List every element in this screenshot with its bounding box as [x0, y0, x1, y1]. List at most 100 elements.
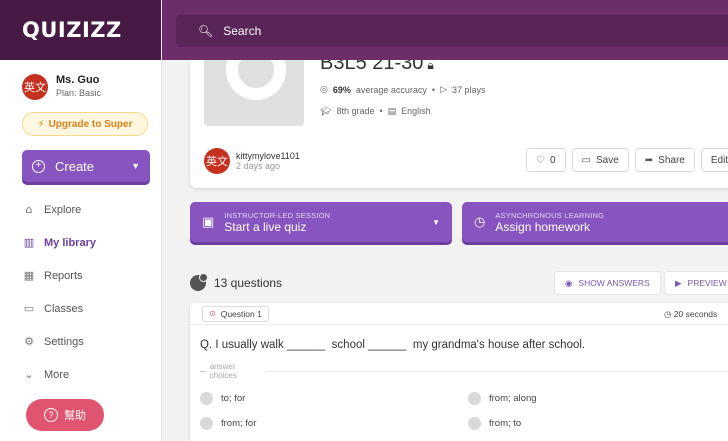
show-answers-button[interactable]: ◉ SHOW ANSWERS — [554, 271, 661, 295]
logo-bar: QUIZIZZ — [0, 0, 161, 60]
question-card: ⊙ Question 1 ◷ 20 seconds Q. I usually w… — [190, 303, 728, 441]
folder-icon: ▭ — [581, 154, 591, 166]
chevron-down-icon: ⌄ — [24, 368, 34, 381]
explore-icon: ⌂ — [25, 203, 33, 216]
quiz-card: B3L5 21-30 🔒︎ ◎ 69% average accuracy • ▷ … — [190, 60, 728, 188]
upgrade-label: Upgrade to Super — [48, 118, 133, 130]
sidebar-item-classes[interactable]: ▭ Classes — [22, 292, 96, 325]
help-button[interactable]: ? 幫助 — [26, 399, 104, 431]
accuracy-value: 69% — [332, 84, 351, 95]
author-avatar[interactable]: 英文 — [204, 148, 230, 174]
live-mode-sub: INSTRUCTOR-LED SESSION — [224, 210, 331, 220]
share-icon: ➦ — [644, 154, 654, 166]
search-placeholder: Search — [223, 24, 262, 38]
sidebar-item-reports[interactable]: ▦ Reports — [22, 259, 96, 292]
search-icon: 🔍︎ — [198, 24, 214, 38]
subject-label: English — [401, 106, 431, 116]
question-time: ◷ 20 seconds — [664, 309, 718, 319]
sidebar-item-label: Settings — [44, 335, 84, 348]
classes-icon: ▭ — [23, 302, 35, 315]
edit-button[interactable]: Edit — [700, 148, 728, 172]
user-avatar[interactable]: 英文 — [22, 74, 48, 100]
choice-dot-icon — [468, 417, 481, 430]
quizizz-logo[interactable]: QUIZIZZ — [22, 18, 122, 42]
chat-bubble-icon — [190, 273, 208, 291]
answer-choice: to; for — [200, 392, 245, 405]
play-icon: ▷ — [440, 84, 447, 94]
save-label: Save — [595, 154, 619, 166]
answer-choice: from; to — [468, 417, 521, 430]
start-live-quiz-button[interactable]: ▣ INSTRUCTOR-LED SESSION Start a live qu… — [190, 202, 452, 242]
reports-icon: ▦ — [23, 269, 35, 282]
top-bar: 🔍︎ Search — [162, 0, 728, 60]
choice-dot-icon — [200, 392, 213, 405]
preview-button[interactable]: ▶ PREVIEW — [664, 271, 728, 295]
share-button[interactable]: ➦ Share — [634, 148, 695, 172]
user-name: Ms. Guo — [56, 74, 100, 86]
answer-choices-label: answer choices — [200, 362, 728, 380]
sidebar-item-label: Explore — [44, 203, 82, 216]
create-label: Create — [55, 158, 95, 174]
share-label: Share — [658, 154, 685, 166]
choice-dot-icon — [468, 392, 481, 405]
subject-icon: ▤ — [387, 106, 397, 116]
homework-mode-main: Assign homework — [495, 219, 591, 234]
live-mode-main: Start a live quiz — [224, 219, 307, 234]
save-button[interactable]: ▭ Save — [571, 148, 629, 172]
sidebar-item-label: Classes — [44, 302, 84, 315]
like-count: 0 — [549, 154, 556, 166]
quiz-meta: 🎓︎ 8th grade • ▤ English — [320, 106, 431, 116]
accuracy-label: average accuracy — [355, 84, 427, 95]
timer-icon: ◷ — [664, 309, 672, 319]
sidebar-item-label: My library — [44, 236, 96, 249]
edit-label: Edit — [710, 154, 728, 166]
caret-down-icon[interactable]: ▼ — [432, 218, 440, 227]
library-icon: ▥ — [23, 236, 35, 249]
sidebar-item-more[interactable]: ⌄ More — [22, 358, 96, 391]
target-icon: ◎ — [320, 84, 328, 94]
user-profile[interactable]: 英文 Ms. Guo Plan: Basic — [0, 66, 161, 110]
sidebar-item-label: More — [44, 368, 70, 381]
lightning-icon: ⚡ — [37, 118, 45, 130]
sidebar: QUIZIZZ 英文 Ms. Guo Plan: Basic ⚡ Upgrade… — [0, 0, 162, 441]
upgrade-button[interactable]: ⚡ Upgrade to Super — [22, 112, 148, 136]
settings-icon: ⚙ — [24, 335, 34, 348]
author-time: 2 days ago — [236, 161, 281, 171]
question-card-header: ⊙ Question 1 ◷ 20 seconds — [190, 303, 728, 325]
search-input[interactable]: 🔍︎ Search — [176, 15, 728, 47]
sidebar-item-label: Reports — [44, 269, 83, 282]
radio-icon: ⊙ — [209, 309, 216, 318]
sidebar-item-settings[interactable]: ⚙ Settings — [22, 325, 96, 358]
sidebar-nav: ⌂ Explore ▥ My library ▦ Reports ▭ Class… — [22, 193, 96, 391]
answer-choice: from; for — [200, 417, 256, 430]
quiz-thumbnail — [204, 60, 304, 126]
choice-dot-icon — [200, 417, 213, 430]
question-icon: ? — [44, 408, 58, 422]
sidebar-item-explore[interactable]: ⌂ Explore — [22, 193, 96, 226]
play-icon: ▶ — [675, 277, 682, 288]
clock-icon: ◷ — [474, 214, 486, 230]
author-name[interactable]: kittymylove1101 — [236, 151, 300, 161]
quiz-author[interactable]: 英文 kittymylove1101 2 days ago — [204, 148, 300, 174]
user-plan: Plan: Basic — [56, 88, 102, 98]
quiz-actions: ♡ 0 ▭ Save ➦ Share Edit — [526, 148, 728, 172]
homework-mode-sub: ASYNCHRONOUS LEARNING — [495, 210, 605, 220]
plus-circle-icon: + — [32, 159, 45, 173]
create-button[interactable]: + Create ▼ — [22, 150, 150, 182]
grade-icon: 🎓︎ — [320, 106, 332, 116]
questions-header: 13 questions ◉ SHOW ANSWERS ▶ PREVIEW — [190, 270, 728, 296]
question-text: Q. I usually walk ______ school ______ m… — [200, 339, 586, 351]
question-count: 13 questions — [190, 273, 282, 291]
help-label: 幫助 — [64, 410, 86, 422]
presentation-icon: ▣ — [202, 214, 215, 230]
main-content: B3L5 21-30 🔒︎ ◎ 69% average accuracy • ▷ … — [162, 60, 728, 441]
question-tag: ⊙ Question 1 — [202, 305, 269, 322]
like-button[interactable]: ♡ 0 — [526, 148, 566, 172]
lock-icon: 🔒︎ — [427, 60, 434, 72]
answer-choice: from; along — [468, 392, 537, 405]
sidebar-item-my-library[interactable]: ▥ My library — [22, 226, 96, 259]
caret-down-icon[interactable]: ▼ — [131, 161, 140, 171]
grade-label: 8th grade — [336, 106, 375, 116]
quiz-stats: ◎ 69% average accuracy • ▷ 37 plays — [320, 84, 486, 95]
assign-homework-button[interactable]: ◷ ASYNCHRONOUS LEARNING Assign homework — [462, 202, 728, 242]
